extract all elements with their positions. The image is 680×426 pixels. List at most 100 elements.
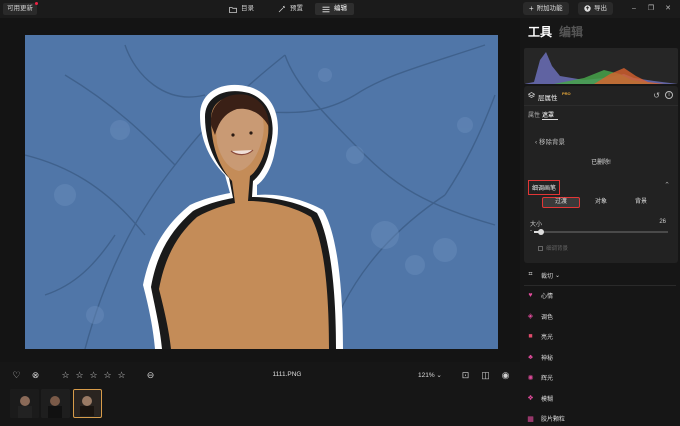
status-text: 已删除! (591, 160, 611, 166)
mystery-icon: ♣ (528, 353, 533, 361)
plus-icon: + (529, 4, 534, 13)
thumbnail[interactable] (10, 389, 39, 418)
tool-item[interactable]: ◈ 调色 (526, 309, 553, 323)
restore-icon[interactable]: ❐ (645, 3, 657, 15)
tab-edit-label: 编辑 (334, 5, 347, 12)
tab-presets[interactable]: 预置 (271, 3, 310, 15)
light-icon: ■ (528, 333, 533, 340)
mood-icon: ♥ (528, 292, 533, 299)
close-icon[interactable]: ✕ (662, 3, 674, 15)
active-tab-indicator (542, 119, 558, 120)
info-icon[interactable]: i (665, 91, 673, 99)
zoom-value: 121% (418, 372, 435, 379)
tool-label: 裁切 (541, 273, 554, 280)
update-label: 可用更新 (7, 5, 33, 12)
checkbox-box (538, 245, 543, 251)
photo-canvas[interactable] (25, 35, 498, 349)
tab-presets-label: 预置 (290, 5, 303, 12)
top-bar: 可用更新 目录 预置 编辑 + 附加功能 导出 – ❐ ✕ (0, 0, 680, 18)
blur-icon: ❖ (527, 395, 534, 402)
addons-button[interactable]: + 附加功能 (523, 2, 569, 15)
undo-icon[interactable]: ↺ (653, 91, 660, 100)
thumbnail[interactable] (41, 389, 70, 418)
tool-item[interactable]: ♥ 心情 (526, 289, 553, 303)
star-icon-1[interactable]: ☆ (60, 370, 71, 381)
size-label: 大小 (530, 222, 543, 228)
tool-item[interactable]: ✺ 辉光 (526, 371, 553, 385)
star-icon-5[interactable]: ☆ (116, 370, 127, 381)
export-icon (584, 5, 591, 12)
filename: 1111.PNG (272, 371, 302, 378)
eye-icon[interactable]: ◉ (500, 370, 511, 381)
chevron-down-icon: ⌄ (555, 272, 561, 279)
folder-icon (229, 6, 237, 13)
back-link-label: 移除背景 (538, 139, 565, 146)
tab-catalog[interactable]: 目录 (222, 3, 261, 15)
clear-rating-icon[interactable]: ⊖ (145, 370, 156, 381)
tool-label: 亮光 (541, 335, 554, 341)
split-view-icon[interactable]: ◫ (480, 370, 491, 381)
tab-mask[interactable]: 遮罩 (542, 110, 554, 119)
remove-background-back-link[interactable]: ‹ 移除背景 (535, 136, 565, 146)
update-available-button[interactable]: 可用更新 (3, 2, 38, 15)
thumbnail-image (10, 389, 39, 418)
mode-transition-button[interactable]: 过渡 (542, 197, 580, 208)
export-button[interactable]: 导出 (578, 2, 613, 15)
magic-wand-icon (278, 5, 285, 13)
tool-item[interactable]: ■ 亮光 (526, 330, 553, 344)
divider (524, 284, 676, 286)
notification-dot (35, 2, 38, 5)
size-slider[interactable] (534, 228, 668, 235)
refine-brush-title[interactable]: 细调画笔 (528, 180, 561, 195)
thumbnail-image (74, 390, 100, 416)
thumbnail-selected[interactable] (73, 389, 102, 418)
mode-object-button[interactable]: 对象 (582, 197, 620, 208)
minus-icon: - (530, 228, 532, 234)
canvas-area (0, 18, 520, 362)
star-icon-2[interactable]: ☆ (74, 370, 85, 381)
pro-badge: PRO (562, 91, 571, 96)
histogram-graph (524, 52, 678, 84)
filmstrip (0, 388, 520, 426)
tab-properties[interactable]: 属性 (528, 110, 540, 119)
panel-title[interactable]: 工具 (528, 23, 552, 40)
panel-subtitle[interactable]: 编辑 (559, 23, 583, 40)
masked-photo (25, 35, 498, 349)
heart-icon[interactable]: ♡ (11, 370, 22, 381)
tool-item[interactable]: ❖ 模糊 (526, 391, 553, 405)
tab-edit[interactable]: 编辑 (315, 3, 354, 15)
layer-name: 层属性 (538, 95, 558, 102)
chevron-up-icon[interactable]: ⌃ (664, 181, 670, 189)
layer-header: 层属性 PRO ↺ i (524, 86, 678, 106)
tool-item[interactable]: ▦ 胶片颗粒 (526, 412, 565, 426)
export-label: 导出 (594, 5, 607, 12)
palette-icon: ◈ (527, 313, 534, 320)
sliders-icon (322, 6, 330, 12)
star-icon-3[interactable]: ☆ (88, 370, 99, 381)
star-icon-4[interactable]: ☆ (102, 370, 113, 381)
grain-icon: ▦ (527, 415, 534, 423)
compare-icon[interactable]: ⊡ (460, 370, 471, 381)
crop-icon: ⌗ (528, 271, 533, 278)
reject-icon[interactable]: ⊗ (30, 370, 41, 381)
checkbox-label: 细调背景 (546, 246, 569, 252)
tab-catalog-label: 目录 (241, 5, 254, 12)
tool-item[interactable]: ♣ 神秘 (526, 350, 553, 364)
zoom-select[interactable]: 121% ⌄ (418, 371, 442, 379)
layer-properties-card: 层属性 PRO ↺ i 属性 遮罩 ‹ 移除背景 已删除! 细调画笔 ⌃ 过渡 … (524, 86, 678, 263)
size-value[interactable]: 26 (659, 219, 666, 225)
histogram (524, 48, 678, 84)
tool-label: 神秘 (541, 355, 554, 362)
tool-item[interactable]: ⌗ 裁切 ⌄ (526, 268, 561, 282)
thumbnail-image (41, 389, 70, 418)
minimize-icon[interactable]: – (628, 3, 640, 15)
addons-label: 附加功能 (536, 5, 563, 12)
mode-background-button[interactable]: 背景 (622, 197, 660, 208)
tool-label: 模糊 (541, 396, 554, 403)
tool-label: 心情 (541, 294, 554, 300)
tools-panel: 工具 编辑 层属性 PRO ↺ i 属性 遮罩 ‹ 移除背景 已删除! 细调画笔… (520, 18, 680, 426)
bottom-toolbar: ♡ ⊗ ☆ ☆ ☆ ☆ ☆ ⊖ 1111.PNG 121% ⌄ ⊡ ◫ ◉ (0, 366, 520, 386)
size-slider-handle[interactable] (537, 228, 544, 235)
tool-label: 调色 (541, 314, 554, 321)
refine-background-checkbox[interactable]: 细调背景 (538, 244, 568, 252)
